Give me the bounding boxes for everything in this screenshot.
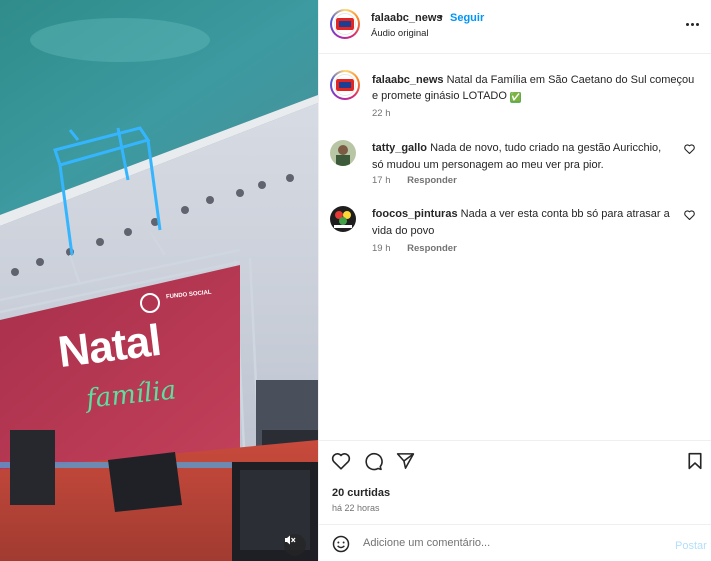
comment-composer: Postar — [319, 524, 711, 561]
share-icon — [396, 453, 415, 469]
video-frame — [0, 0, 318, 561]
comment-timestamp[interactable]: 17 h — [372, 175, 391, 186]
post-details-panel: falaabc_news • Seguir Áudio original fal… — [318, 0, 711, 561]
like-comment-button[interactable] — [684, 144, 695, 157]
instagram-post-view: FUNDO SOCIAL Natal família falaabc_news … — [0, 0, 711, 561]
header-separator: • — [439, 11, 443, 23]
post-age[interactable]: há 22 horas — [332, 503, 380, 513]
caption-text-block: falaabc_news Natal da Família em São Cae… — [372, 72, 702, 104]
caption-author-avatar[interactable] — [330, 70, 360, 100]
falaabc-logo-icon — [334, 74, 356, 96]
author-username[interactable]: falaabc_news — [371, 12, 443, 24]
comment-icon — [365, 452, 383, 471]
heart-icon — [684, 210, 695, 221]
heart-icon — [331, 453, 351, 470]
reply-button[interactable]: Responder — [407, 175, 457, 186]
caption-timestamp[interactable]: 22 h — [372, 108, 391, 119]
like-button[interactable] — [331, 452, 351, 473]
commenter-username[interactable]: foocos_pinturas — [372, 208, 458, 220]
commenter-avatar[interactable] — [330, 140, 356, 166]
mute-button[interactable] — [284, 534, 306, 556]
check-mark-emoji: ✅ — [509, 92, 522, 103]
heart-icon — [684, 144, 695, 155]
muted-speaker-icon — [285, 535, 296, 545]
caption-username[interactable]: falaabc_news — [372, 74, 444, 86]
falaabc-logo-icon — [334, 13, 356, 35]
comment-input[interactable] — [363, 534, 663, 552]
emoji-button[interactable] — [332, 535, 350, 556]
commenter-username[interactable]: tatty_gallo — [372, 142, 427, 154]
post-actions: 20 curtidas há 22 horas — [319, 440, 711, 524]
share-button[interactable] — [396, 452, 415, 473]
comment-meta: 17 h Responder — [372, 175, 457, 186]
audio-link[interactable]: Áudio original — [371, 28, 429, 39]
reply-button[interactable]: Responder — [407, 243, 457, 254]
likes-count[interactable]: 20 curtidas — [332, 487, 390, 499]
comment-meta: 19 h Responder — [372, 243, 457, 254]
save-button[interactable] — [687, 452, 703, 473]
more-options-icon — [685, 22, 689, 26]
author-avatar[interactable] — [330, 9, 360, 39]
comment-button[interactable] — [364, 452, 383, 474]
more-options-button[interactable] — [681, 16, 703, 32]
banner-logo — [140, 293, 160, 313]
post-video[interactable]: FUNDO SOCIAL Natal família — [0, 0, 318, 561]
like-comment-button[interactable] — [684, 210, 695, 223]
commenter-avatar[interactable] — [330, 206, 356, 232]
comment-text-block: foocos_pinturas Nada a ver esta conta bb… — [372, 206, 672, 240]
comment-text-block: tatty_gallo Nada de novo, tudo criado na… — [372, 140, 672, 174]
post-comment-button[interactable]: Postar — [675, 540, 707, 552]
comment-timestamp[interactable]: 19 h — [372, 243, 391, 254]
post-header: falaabc_news • Seguir Áudio original — [319, 0, 711, 54]
follow-button[interactable]: Seguir — [450, 12, 484, 24]
emoji-icon — [332, 535, 350, 553]
bookmark-icon — [688, 452, 702, 470]
